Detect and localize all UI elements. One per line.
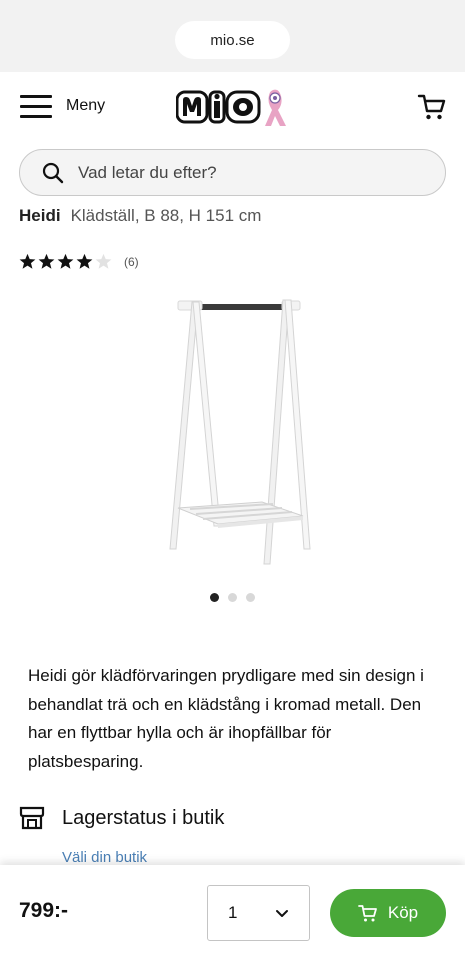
- buy-label: Köp: [387, 903, 419, 922]
- search-bar[interactable]: [19, 149, 446, 196]
- star-filled-icon: [38, 253, 55, 269]
- search-input[interactable]: [78, 162, 398, 183]
- product-brand: Heidi: [19, 206, 61, 225]
- url-field[interactable]: mio.se: [175, 21, 290, 59]
- browser-url-bar: mio.se: [0, 0, 465, 72]
- product-image-clothes-rack[interactable]: [158, 294, 318, 574]
- cart-icon[interactable]: [417, 92, 447, 122]
- star-filled-icon: [57, 253, 74, 269]
- product-description: Heidi gör klädförvaringen prydligare med…: [28, 666, 424, 771]
- choose-store-link[interactable]: Väli din butik: [62, 849, 147, 866]
- carousel-dot[interactable]: [210, 593, 219, 602]
- carousel-dot[interactable]: [246, 593, 255, 602]
- menu-label: Meny: [66, 97, 106, 114]
- mio-logo[interactable]: [176, 86, 292, 130]
- image-carousel-dots: [0, 593, 465, 602]
- carousel-dot[interactable]: [228, 593, 237, 602]
- star-filled-icon: [19, 253, 36, 269]
- product-rating[interactable]: (6): [19, 253, 139, 270]
- search-icon: [42, 162, 64, 183]
- cart-icon: [357, 905, 377, 922]
- buy-button[interactable]: Köp: [330, 889, 446, 937]
- stock-label: Lagerstatus i butik: [62, 806, 225, 829]
- star-empty-icon: [95, 253, 112, 269]
- store-icon: [19, 806, 45, 830]
- hamburger-icon: [20, 94, 52, 118]
- star-filled-icon: [76, 253, 93, 269]
- review-count: (6): [124, 254, 139, 269]
- product-title: Heidi Klädställ, B 88, H 151 cm: [19, 206, 261, 226]
- product-price: 799:-: [19, 899, 69, 922]
- store-stock-section[interactable]: Lagerstatus i butik: [19, 805, 224, 831]
- quantity-select[interactable]: 1: [207, 885, 310, 941]
- site-header: Meny: [0, 72, 465, 144]
- menu-button[interactable]: Meny: [20, 94, 105, 118]
- product-subtitle: Klädställ, B 88, H 151 cm: [70, 206, 262, 225]
- rating-stars: [19, 253, 114, 270]
- chevron-down-icon: [276, 910, 288, 917]
- purchase-bar: 799:- 1 Köp: [0, 865, 465, 960]
- quantity-value: 1: [228, 903, 238, 922]
